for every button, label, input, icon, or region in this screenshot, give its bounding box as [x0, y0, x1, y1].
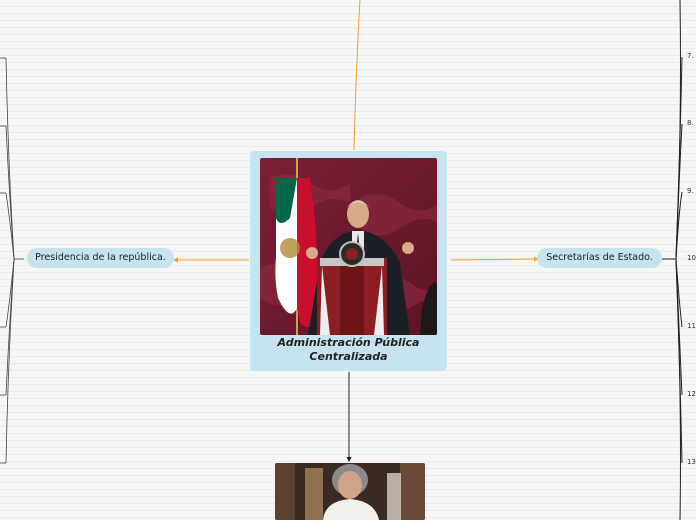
- right-node[interactable]: Secretarías de Estado.: [537, 248, 662, 268]
- right-item-label: 13: [687, 458, 696, 466]
- right-item-label: 7.: [687, 52, 694, 60]
- right-item-label: 9.: [687, 187, 694, 195]
- left-node-label: Presidencia de la república.: [35, 252, 166, 263]
- right-item-label: 8.: [687, 119, 694, 127]
- right-item-label: 12: [687, 390, 696, 398]
- left-node[interactable]: Presidencia de la república.: [27, 248, 174, 268]
- central-title-line1: Administración Pública: [277, 336, 420, 349]
- right-node-label: Secretarías de Estado.: [546, 252, 653, 263]
- right-item-label: 11: [687, 322, 696, 330]
- president-at-podium-photo: [260, 158, 437, 335]
- left-branch-fan: [0, 57, 24, 464]
- central-node[interactable]: Administración Pública Centralizada: [250, 151, 447, 371]
- central-title-line2: Centralizada: [309, 350, 388, 363]
- central-node-title: Administración Pública Centralizada: [250, 336, 447, 364]
- connector-top: [353, 0, 361, 151]
- woman-portrait-photo[interactable]: [275, 463, 425, 520]
- arrowhead-bottom: [346, 457, 352, 462]
- connector-right: [450, 258, 537, 261]
- right-item-label: 10: [687, 254, 696, 262]
- right-branch-fan: [662, 0, 683, 520]
